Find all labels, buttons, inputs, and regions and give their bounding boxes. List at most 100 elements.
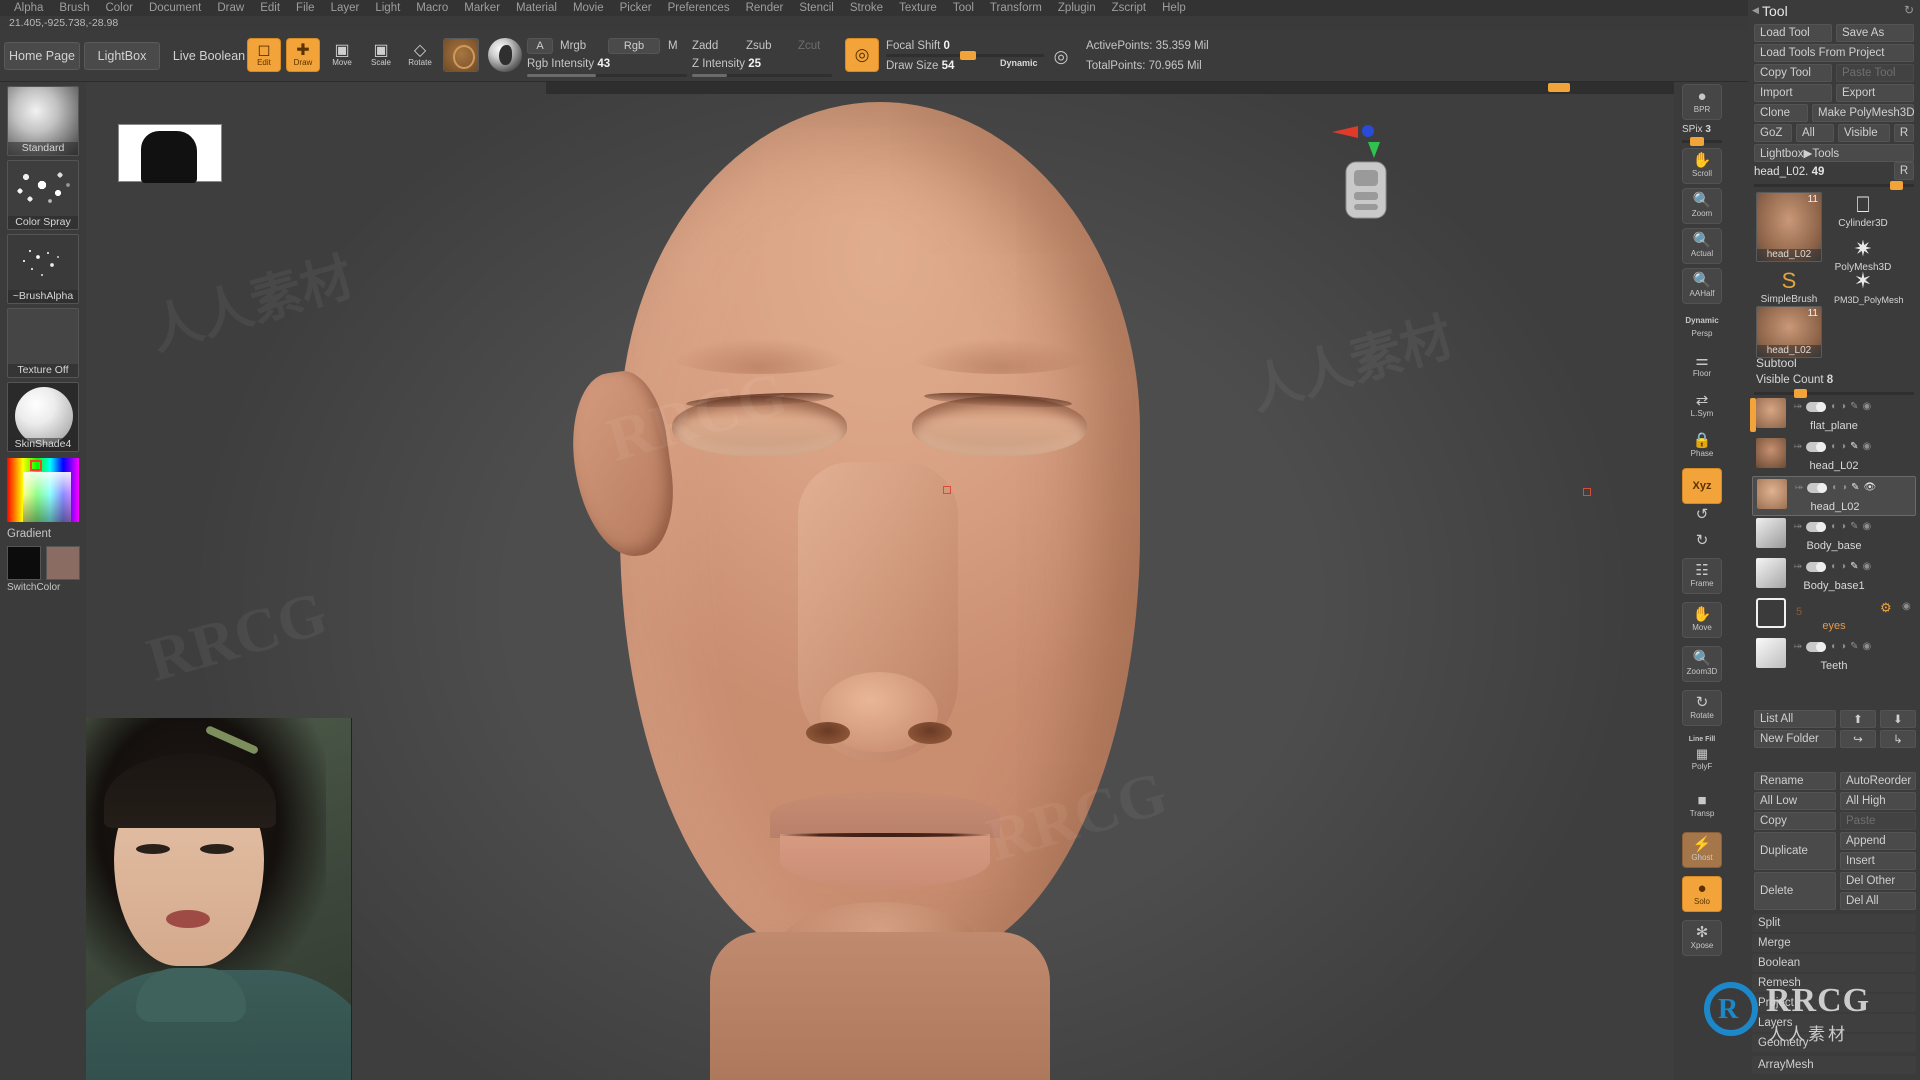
canvas-scrub-bar[interactable] [546, 82, 1674, 94]
subtool-row-head-1[interactable]: ⤅ ◖ ◑ ✎ ◉ head_L02 [1752, 436, 1916, 476]
rgb-intensity-slider[interactable] [527, 74, 687, 77]
menu-item-help[interactable]: Help [1154, 0, 1194, 16]
move-view-button[interactable]: ✋ Move [1682, 602, 1722, 638]
focal-shift-knob[interactable] [960, 51, 976, 60]
smooth-icon[interactable]: ⤅ [1794, 641, 1802, 652]
menu-item-draw[interactable]: Draw [209, 0, 252, 16]
tool-thumb-head-2[interactable]: 11 head_L02 [1756, 306, 1822, 358]
edit-mode-button[interactable]: ◻ Edit [247, 38, 281, 72]
eye-icon[interactable]: ◉ [1862, 401, 1871, 412]
local-symmetry-button[interactable]: ⇄ L.Sym [1682, 388, 1722, 424]
move-down-button[interactable]: ⬇ [1880, 710, 1916, 728]
rename-button[interactable]: Rename [1754, 772, 1836, 790]
goz-all-button[interactable]: All [1796, 124, 1834, 142]
menu-item-stroke[interactable]: Stroke [842, 0, 891, 16]
list-all-button[interactable]: List All [1754, 710, 1836, 728]
saturation-value-square[interactable] [23, 472, 71, 522]
eye-icon[interactable]: ◉ [1862, 561, 1871, 572]
polypaint-icon[interactable]: ◖ [1830, 641, 1836, 652]
visibility-toggle[interactable] [1806, 521, 1826, 532]
copy-subtool-button[interactable]: Copy [1754, 812, 1836, 830]
all-high-button[interactable]: All High [1840, 792, 1916, 810]
polyframe-button[interactable]: Line Fill ▦ PolyF [1682, 734, 1722, 771]
tool-r-button[interactable]: R [1894, 162, 1914, 180]
menu-item-material[interactable]: Material [508, 0, 565, 16]
subtool-visibility-icons[interactable]: ⤅ ◖ ◑ ✎ ◉ [1794, 560, 1914, 573]
paint-icon[interactable]: ✎ [1851, 482, 1859, 493]
menu-item-brush[interactable]: Brush [51, 0, 97, 16]
refresh-icon[interactable]: ↻ [1904, 3, 1914, 17]
brush-selector[interactable]: Standard [7, 86, 79, 156]
paint-icon[interactable]: ✎ [1850, 401, 1858, 412]
solo-button[interactable]: ● Solo [1682, 876, 1722, 912]
lightbox-button[interactable]: LightBox [84, 42, 160, 70]
spix-slider[interactable] [1682, 137, 1722, 146]
gear-icon[interactable]: ⚙ [1880, 600, 1892, 616]
section-arraymesh[interactable]: ArrayMesh [1752, 1056, 1916, 1074]
menu-item-macro[interactable]: Macro [408, 0, 456, 16]
visibility-toggle[interactable] [1807, 482, 1827, 493]
subtool-row-body-base1[interactable]: ⤅ ◖ ◑ ✎ ◉ Body_base1 [1752, 556, 1916, 596]
subtool-visibility-icons[interactable]: ⤅ ◖ ◑ ✎ ◉ [1794, 400, 1914, 413]
zoom-button[interactable]: 🔍 Zoom [1682, 188, 1722, 224]
spix-knob[interactable] [1690, 137, 1704, 146]
make-polymesh3d-button[interactable]: Make PolyMesh3D [1812, 104, 1915, 122]
eye-icon[interactable]: 👁 [1863, 482, 1876, 493]
subtool-row-teeth[interactable]: ⤅ ◖ ◑ ✎ ◉ Teeth [1752, 636, 1916, 676]
subtool-visibility-icons[interactable]: ⤅ ◖ ◑ ✎ 👁 [1795, 481, 1915, 494]
rotate-view-button[interactable]: ↻ Rotate [1682, 690, 1722, 726]
current-material-thumbnail[interactable] [488, 38, 522, 72]
xyz-button[interactable]: Xyz [1682, 468, 1722, 504]
section-merge[interactable]: Merge [1752, 934, 1916, 952]
menu-item-render[interactable]: Render [738, 0, 792, 16]
m-button[interactable]: M [668, 40, 678, 52]
del-other-button[interactable]: Del Other [1840, 872, 1916, 890]
zsub-button[interactable]: Zsub [746, 40, 772, 52]
color-picker[interactable] [7, 458, 79, 522]
goz-button[interactable]: GoZ [1754, 124, 1792, 142]
transparency-button[interactable]: ■ Transp [1682, 788, 1722, 824]
eye-icon[interactable]: ◉ [1902, 601, 1911, 612]
polypaint-icon[interactable]: ◖ [1830, 561, 1836, 572]
xpose-button[interactable]: ✻ Xpose [1682, 920, 1722, 956]
menu-item-zplugin[interactable]: Zplugin [1050, 0, 1104, 16]
all-low-button[interactable]: All Low [1754, 792, 1836, 810]
auto-reorder-button[interactable]: AutoReorder [1840, 772, 1916, 790]
visible-count-slider[interactable] [1754, 389, 1914, 398]
copy-tool-button[interactable]: Copy Tool [1754, 64, 1832, 82]
tool-icon-simplebrush[interactable]: S SimpleBrush [1760, 268, 1818, 306]
tool-icon-cylinder3d[interactable]: ⎕ Cylinder3D [1834, 192, 1892, 230]
visibility-toggle[interactable] [1806, 401, 1826, 412]
lock-button[interactable]: 🔒 Phase [1682, 428, 1722, 464]
menu-item-stencil[interactable]: Stencil [791, 0, 842, 16]
menu-item-marker[interactable]: Marker [456, 0, 508, 16]
paint-icon[interactable]: ✎ [1850, 441, 1858, 452]
smooth-icon[interactable]: ⤅ [1794, 561, 1802, 572]
transparency-icon[interactable]: ◑ [1840, 441, 1846, 452]
scroll-button[interactable]: ✋ Scroll [1682, 148, 1722, 184]
load-tool-button[interactable]: Load Tool [1754, 24, 1832, 42]
menu-item-texture[interactable]: Texture [891, 0, 945, 16]
goz-visible-button[interactable]: Visible [1838, 124, 1890, 142]
smooth-icon[interactable]: ⤅ [1794, 401, 1802, 412]
z-intensity-slider[interactable] [692, 74, 832, 77]
move-into-folder-button[interactable]: ↪ [1840, 730, 1876, 748]
switch-color-label[interactable]: SwitchColor [7, 582, 60, 593]
goz-r-button[interactable]: R [1894, 124, 1914, 142]
subtool-row-eyes-folder[interactable]: 5 ⚙ ◉ eyes [1752, 596, 1916, 636]
polypaint-icon[interactable]: ◖ [1830, 441, 1836, 452]
menu-item-document[interactable]: Document [141, 0, 209, 16]
orientation-gizmo[interactable] [1332, 118, 1412, 228]
delete-button[interactable]: Delete [1754, 872, 1836, 910]
secondary-color-swatch[interactable] [46, 546, 80, 580]
menu-item-light[interactable]: Light [367, 0, 408, 16]
paint-icon[interactable]: ✎ [1850, 561, 1858, 572]
dynamic-brush-icon-button[interactable]: ◎ [1044, 40, 1078, 74]
ghost-button[interactable]: ⚡ Ghost [1682, 832, 1722, 868]
subtool-row-head-2[interactable]: ⤅ ◖ ◑ ✎ 👁 head_L02 [1752, 476, 1916, 516]
local-rotate-button[interactable]: ↺ [1682, 504, 1722, 526]
menu-item-layer[interactable]: Layer [323, 0, 368, 16]
transparency-icon[interactable]: ◑ [1840, 401, 1846, 412]
zcut-button[interactable]: Zcut [798, 40, 820, 52]
reference-photo[interactable] [86, 718, 352, 1080]
